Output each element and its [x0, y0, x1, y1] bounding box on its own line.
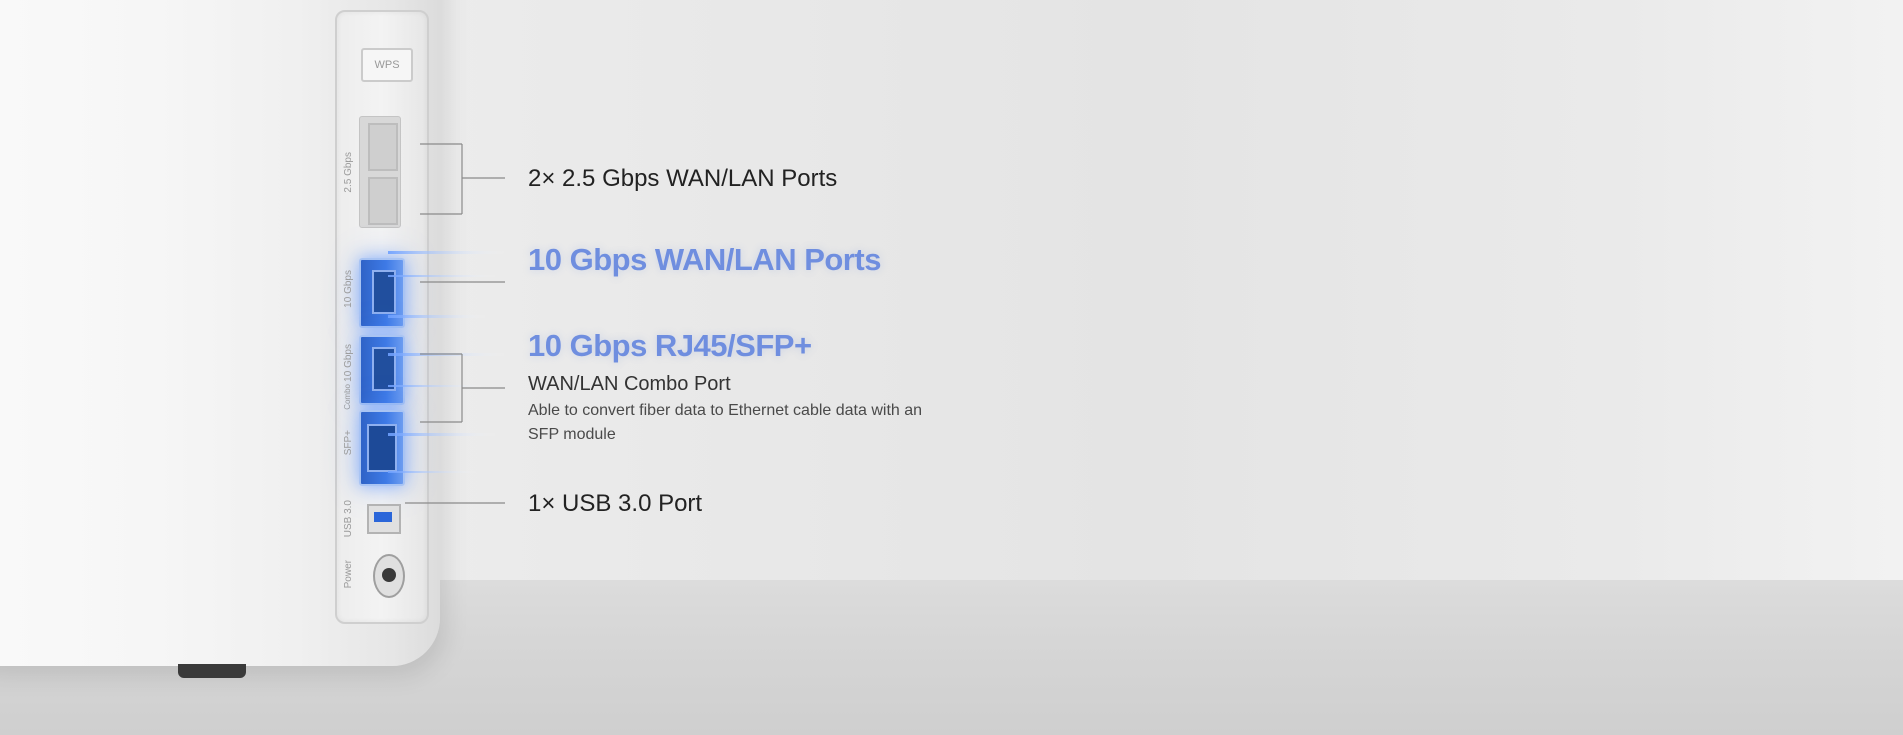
port-label-usb: USB 3.0	[343, 500, 354, 538]
port-label-10gbps-1: 10 Gbps	[343, 270, 354, 308]
port-label-power: Power	[343, 560, 354, 589]
ethernet-port-2-5g-2	[368, 177, 398, 225]
router-foot	[178, 664, 246, 678]
port-label-combo: Combo	[343, 384, 352, 410]
ethernet-port-10g-combo	[359, 335, 405, 405]
sfp-plus-port	[359, 410, 405, 486]
port-label-10gbps-2: 10 Gbps	[343, 344, 354, 382]
port-label-2-5gbps: 2.5 Gbps	[343, 152, 354, 193]
callout-combo-title: WAN/LAN Combo Port	[528, 373, 731, 395]
usb-icon	[374, 512, 392, 522]
port-label-sfp: SFP+	[343, 430, 354, 456]
ethernet-port-10g-wan-lan	[359, 258, 405, 328]
callout-rj45-sfp: 10 Gbps RJ45/SFP+	[528, 328, 812, 363]
ethernet-socket-icon	[372, 270, 396, 314]
ethernet-port-2-5g-1	[368, 123, 398, 171]
callout-combo-description: Able to convert fiber data to Ethernet c…	[528, 402, 923, 443]
ethernet-socket-icon	[372, 347, 396, 391]
sfp-slot-icon	[367, 424, 397, 472]
port-group-2-5gbps	[359, 116, 401, 228]
callout-2-5gbps-ports: 2× 2.5 Gbps WAN/LAN Ports	[528, 165, 838, 192]
power-pin-icon	[382, 568, 396, 582]
callout-10gbps-wan-lan: 10 Gbps WAN/LAN Ports	[528, 242, 881, 277]
power-port	[373, 554, 405, 598]
usb-port	[367, 504, 401, 534]
wps-button[interactable]: WPS	[361, 48, 413, 82]
callout-usb-port: 1× USB 3.0 Port	[528, 490, 703, 517]
rear-port-panel: WPS 2.5 Gbps 10 Gbps 10 Gbps Combo SFP+ …	[335, 10, 429, 624]
